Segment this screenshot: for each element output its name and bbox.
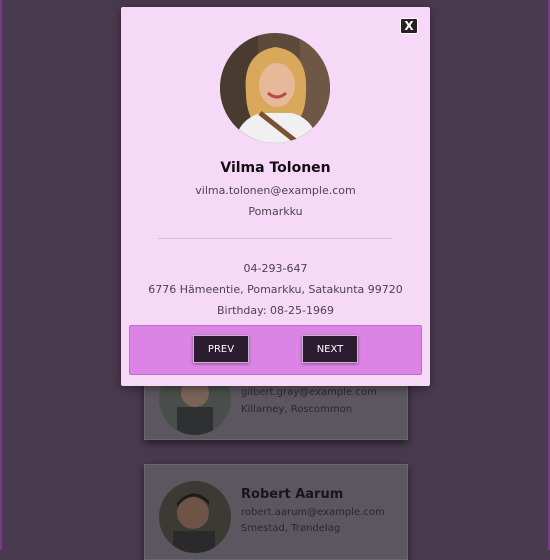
card-email: gilbert.gray@example.com — [241, 387, 377, 398]
card-location: Smestad, Trøndelag — [241, 523, 341, 534]
close-button[interactable]: X — [400, 18, 418, 34]
employee-phone: 04-293-647 — [243, 262, 308, 275]
profile-photo — [220, 33, 330, 143]
card-email: robert.aarum@example.com — [241, 507, 385, 518]
employee-city: Pomarkku — [248, 205, 303, 218]
card-name: Robert Aarum — [241, 487, 344, 502]
employee-email: vilma.tolonen@example.com — [195, 184, 356, 197]
avatar — [159, 481, 231, 553]
employee-name: Vilma Tolonen — [220, 160, 331, 176]
employee-birthday: Birthday: 08-25-1969 — [217, 304, 334, 317]
card-location: Killarney, Roscommon — [241, 404, 353, 415]
employee-card[interactable]: Robert Aarum robert.aarum@example.com Sm… — [144, 464, 408, 560]
employee-address: 6776 Hämeentie, Pomarkku, Satakunta 9972… — [148, 283, 403, 296]
modal-button-bar: PREV NEXT — [129, 325, 422, 375]
next-button[interactable]: NEXT — [302, 335, 358, 363]
employee-modal: X Vilma Tolonen vilma.tolonen@example.co… — [121, 7, 430, 386]
divider — [158, 238, 392, 239]
prev-button[interactable]: PREV — [193, 335, 249, 363]
